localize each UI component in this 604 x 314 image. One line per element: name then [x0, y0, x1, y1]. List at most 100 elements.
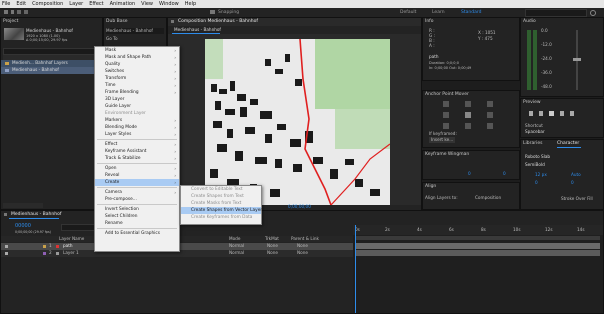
hand-tool-icon[interactable]: [17, 10, 21, 14]
font-size-field[interactable]: 12 px: [535, 172, 547, 178]
menubar-help[interactable]: Help: [185, 1, 196, 7]
menu-item-switches[interactable]: Switches ›: [95, 68, 179, 75]
menu-item-invert-selection[interactable]: Invert Selection: [95, 206, 179, 213]
submenu-item-create-shapes-from-vector-layer[interactable]: Create Shapes from Vector Layer: [181, 207, 262, 214]
menu-item-blending-mode[interactable]: Blending Mode ›: [95, 124, 179, 131]
lock-icon[interactable]: [171, 20, 174, 23]
anchor-ml[interactable]: [443, 112, 449, 118]
keyframe-insert-button[interactable]: Insert ke...: [429, 137, 456, 143]
menu-item-time[interactable]: Time ›: [95, 82, 179, 89]
layer-parent-select[interactable]: None: [297, 243, 308, 249]
menu-item-mask-and-shape-path[interactable]: Mask and Shape Path ›: [95, 54, 179, 61]
zoom-tool-icon[interactable]: [24, 10, 28, 14]
menubar-effect[interactable]: Effect: [89, 1, 103, 7]
anchor-center[interactable]: [465, 112, 471, 118]
menu-item-add-to-essential-graphics[interactable]: Add to Essential Graphics: [95, 230, 179, 237]
layer-name[interactable]: Layer 1: [63, 250, 79, 256]
work-area-bar[interactable]: [355, 236, 600, 240]
layer-name[interactable]: path: [63, 243, 73, 249]
layer-bar-path[interactable]: [355, 243, 600, 249]
menu-item-layer-styles[interactable]: Layer Styles ›: [95, 131, 179, 138]
menu-item-mask[interactable]: Mask ›: [95, 47, 179, 54]
first-frame-icon[interactable]: [529, 111, 533, 116]
align-target-select[interactable]: Composition: [475, 195, 501, 201]
font-family-select[interactable]: Roboto Slab: [525, 154, 550, 160]
anchor-tc[interactable]: [465, 101, 471, 107]
layer-trkmat-select[interactable]: None: [267, 250, 278, 256]
menu-item-rename[interactable]: Rename: [95, 220, 179, 227]
next-frame-icon[interactable]: [560, 111, 564, 116]
menu-item-select-children[interactable]: Select Children: [95, 213, 179, 220]
audio-slider-handle[interactable]: [573, 58, 581, 61]
anchor-tr[interactable]: [487, 101, 493, 107]
composition-canvas[interactable]: [205, 39, 390, 205]
menu-item-markers[interactable]: Markers ›: [95, 117, 179, 124]
layer-mode-select[interactable]: Normal: [229, 243, 244, 249]
anchor-grid[interactable]: [443, 101, 493, 129]
play-icon[interactable]: [549, 111, 554, 116]
close-icon[interactable]: [4, 213, 7, 216]
leading-field[interactable]: Auto: [571, 172, 581, 178]
menu-item-3d-layer[interactable]: 3D Layer: [95, 96, 179, 103]
menubar-window[interactable]: Window: [159, 1, 179, 7]
menu-item-quality[interactable]: Quality ›: [95, 61, 179, 68]
selection-tool-icon[interactable]: [11, 10, 14, 14]
dub-base-go-button[interactable]: Go To: [106, 36, 118, 42]
kerning-field[interactable]: 0: [535, 180, 538, 186]
layer-bar-layer1[interactable]: [355, 250, 600, 256]
playhead[interactable]: [355, 225, 356, 313]
font-style-select[interactable]: SemiBold: [525, 162, 545, 168]
timeline-track-area[interactable]: 0s 2s 4s 6s 8s 10s 12s 14s: [353, 225, 603, 313]
visibility-eye-icon[interactable]: [5, 245, 8, 248]
menu-item-effect[interactable]: Effect ›: [95, 141, 179, 148]
anchor-br[interactable]: [487, 123, 493, 129]
tracking-field[interactable]: 0: [571, 180, 574, 186]
search-help-input[interactable]: [525, 9, 587, 17]
snapping-icon[interactable]: [210, 10, 215, 14]
anchor-mr[interactable]: [487, 112, 493, 118]
menubar-edit[interactable]: Edit: [16, 1, 26, 7]
menu-item-create[interactable]: Create ›: [95, 179, 179, 186]
menu-item-camera[interactable]: Camera ›: [95, 189, 179, 196]
menu-item-transform[interactable]: Transform ›: [95, 75, 179, 82]
workspace-learn[interactable]: Learn: [432, 10, 445, 15]
menubar-animation[interactable]: Animation: [110, 1, 136, 7]
menu-item-pre-compose[interactable]: Pre-compose...: [95, 196, 179, 203]
anchor-bc[interactable]: [465, 123, 471, 129]
menubar-composition[interactable]: Composition: [32, 1, 63, 7]
prev-frame-icon[interactable]: [539, 111, 543, 116]
project-row-comp[interactable]: Medienhaus - Bahnhof: [1, 67, 102, 74]
wingman-field-2[interactable]: 0: [503, 171, 506, 177]
libraries-tab[interactable]: Libraries: [523, 141, 542, 146]
preview-shortcut-value[interactable]: Spacebar: [525, 129, 545, 135]
menu-item-frame-blending[interactable]: Frame Blending ›: [95, 89, 179, 96]
label-color-icon[interactable]: [43, 252, 46, 255]
stroke-option-select[interactable]: Stroke Over Fill: [561, 196, 593, 202]
menubar-file[interactable]: File: [2, 1, 10, 7]
anchor-bl[interactable]: [443, 123, 449, 129]
project-search-input[interactable]: [3, 48, 100, 55]
project-row-folder[interactable]: Medienh... Bahnhof Layers: [1, 60, 102, 67]
last-frame-icon[interactable]: [570, 111, 574, 116]
menu-item-track-stabilize[interactable]: Track & Stabilize ›: [95, 155, 179, 162]
layer-mode-select[interactable]: Normal: [229, 250, 244, 256]
menu-item-reveal[interactable]: Reveal ›: [95, 172, 179, 179]
menu-item-keyframe-assistant[interactable]: Keyframe Assistant ›: [95, 148, 179, 155]
menubar-view[interactable]: View: [141, 1, 153, 7]
wingman-field-1[interactable]: 0: [468, 171, 471, 177]
workspace-standard[interactable]: Standard: [461, 10, 481, 15]
path-overlay[interactable]: [205, 39, 390, 205]
time-ruler[interactable]: 0s 2s 4s 6s 8s 10s 12s 14s: [353, 225, 603, 235]
character-tab[interactable]: Character: [557, 141, 579, 146]
dub-base-field[interactable]: Medienhaus - Bahnhof: [106, 28, 164, 34]
menubar-layer[interactable]: Layer: [69, 1, 83, 7]
project-footer-buttons[interactable]: [3, 203, 43, 208]
visibility-eye-icon[interactable]: [5, 252, 8, 255]
label-color-icon[interactable]: [43, 245, 46, 248]
home-icon[interactable]: [4, 10, 8, 14]
menu-item-open[interactable]: Open ›: [95, 165, 179, 172]
anchor-tl[interactable]: [443, 101, 449, 107]
workspace-default[interactable]: Default: [400, 10, 416, 15]
layer-trkmat-select[interactable]: None: [267, 243, 278, 249]
layer-parent-select[interactable]: None: [297, 250, 308, 256]
